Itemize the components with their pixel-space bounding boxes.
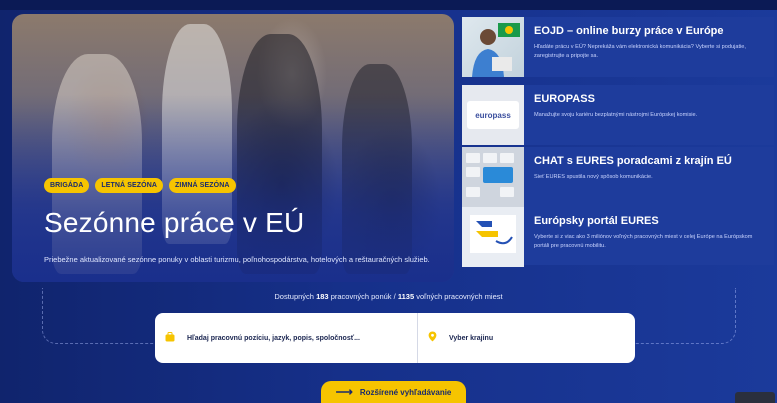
- arrow-right-icon: ⟶: [335, 385, 353, 399]
- advanced-search-label: Rozšírené vyhľadávanie: [359, 387, 452, 397]
- search-input[interactable]: Hľadaj pracovnú pozíciu, jazyk, popis, s…: [155, 313, 418, 363]
- stats-positions-count: 1135: [397, 292, 415, 301]
- card-text: Hľadáte prácu v EÚ? Neprekáža vám elektr…: [534, 44, 746, 59]
- advanced-search-button[interactable]: ⟶ Rozšírené vyhľadávanie: [321, 381, 466, 403]
- briefcase-icon: [165, 329, 175, 347]
- stats-offers-label: pracovných ponúk: [330, 292, 392, 301]
- card-text: Vyberte si z viac ako 3 miliónov voľných…: [534, 234, 753, 249]
- europass-logo-text: europass: [475, 110, 511, 120]
- hero-overlay: [12, 14, 454, 282]
- card-europass[interactable]: europass EUROPASS Manažujte svoju kariér…: [462, 85, 774, 145]
- tag-zimna-sezona[interactable]: ZIMNÁ SEZÓNA: [169, 178, 236, 193]
- card-title: CHAT s EURES poradcami z krajín EÚ: [534, 155, 732, 167]
- top-strip: [0, 0, 777, 10]
- stats-prefix: Dostupných: [274, 292, 314, 301]
- hero-description: Priebežne aktualizované sezónne ponuky v…: [44, 255, 430, 264]
- card-title: EUROPASS: [534, 93, 595, 105]
- card-eojd[interactable]: EOJD – online burzy práce v Európe Hľadá…: [462, 17, 774, 77]
- hero-tags: BRIGÁDA LETNÁ SEZÓNA ZIMNÁ SEZÓNA: [44, 178, 236, 193]
- tag-letna-sezona[interactable]: LETNÁ SEZÓNA: [95, 178, 164, 193]
- search-placeholder: Hľadaj pracovnú pozíciu, jazyk, popis, s…: [187, 334, 360, 342]
- europass-logo-icon: europass: [462, 85, 524, 145]
- stats-separator: /: [393, 292, 396, 301]
- card-text: Manažujte svoju kariéru bezplatnými nást…: [534, 112, 698, 118]
- stats-offers-count: 183: [316, 292, 329, 301]
- card-eures-portal[interactable]: Európsky portál EURES Vyberte si z viac …: [462, 207, 774, 267]
- search-bar: Hľadaj pracovnú pozíciu, jazyk, popis, s…: [155, 313, 635, 363]
- card-chat-eures[interactable]: CHAT s EURES poradcami z krajín EÚ Sieť …: [462, 147, 774, 207]
- hero-title: Sezónne práce v EÚ: [44, 207, 305, 238]
- eures-logo-icon: [462, 207, 524, 267]
- country-placeholder: Vyber krajinu: [449, 334, 494, 342]
- man-with-flag-icon: [462, 17, 524, 77]
- location-pin-icon: [428, 329, 437, 347]
- hero-banner[interactable]: BRIGÁDA LETNÁ SEZÓNA ZIMNÁ SEZÓNA Sezónn…: [12, 14, 454, 282]
- job-stats: Dostupných 183 pracovných ponúk / 1135 v…: [0, 292, 777, 301]
- keyboard-chat-icon: [462, 147, 524, 207]
- country-select[interactable]: Vyber krajinu: [418, 313, 635, 363]
- stats-positions-label: voľných pracovných miest: [416, 292, 503, 301]
- corner-widget[interactable]: [735, 392, 775, 403]
- card-title: EOJD – online burzy práce v Európe: [534, 25, 724, 37]
- card-title: Európsky portál EURES: [534, 215, 659, 227]
- tag-brigada[interactable]: BRIGÁDA: [44, 178, 90, 193]
- card-text: Sieť EURES spustila nový spôsob komuniká…: [534, 174, 653, 180]
